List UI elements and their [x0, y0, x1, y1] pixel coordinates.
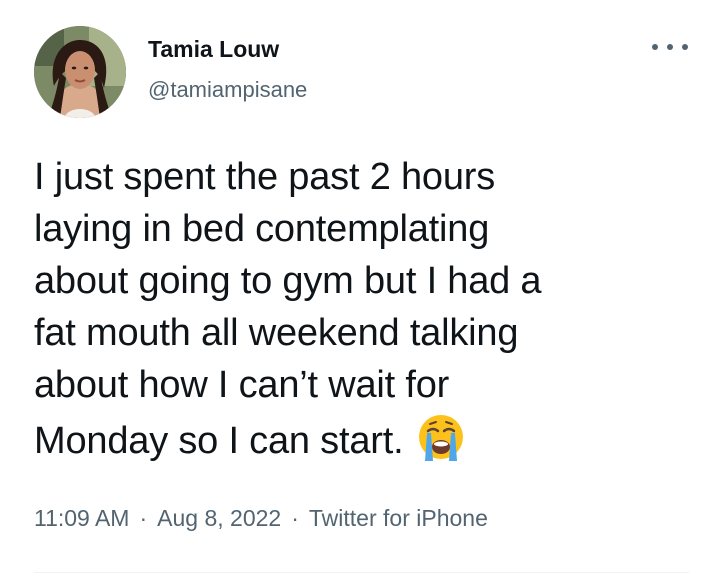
tweet-meta: 11:09 AM · Aug 8, 2022 · Twitter for iPhone: [34, 505, 488, 532]
avatar-image: [34, 26, 126, 118]
meta-separator: ·: [139, 505, 148, 531]
tweet-source[interactable]: Twitter for iPhone: [309, 505, 488, 531]
tweet-text: I just spent the past 2 hours laying in …: [34, 151, 694, 467]
author-name[interactable]: Tamia Louw: [148, 36, 279, 63]
tweet-text-line: about how I can’t wait for: [34, 364, 450, 406]
tweet-text-line: I just spent the past 2 hours: [34, 156, 496, 198]
tweet-text-line: Monday so I can start.: [34, 420, 404, 462]
more-horizontal-icon-dot: [667, 44, 673, 50]
author-handle[interactable]: @tamiampisane: [148, 77, 307, 103]
meta-separator: ·: [291, 505, 299, 531]
tweet-text-line: laying in bed contemplating: [34, 208, 490, 250]
more-horizontal-icon-dot: [682, 44, 688, 50]
tweet-text-line: fat mouth all weekend talking: [34, 312, 519, 354]
loudly-crying-face-icon: [419, 415, 464, 461]
tweet-timestamp[interactable]: 11:09 AM: [34, 505, 129, 531]
tweet-date[interactable]: Aug 8, 2022: [157, 505, 281, 531]
more-horizontal-icon: [652, 44, 658, 50]
tweet-card: Tamia Louw @tamiampisane I just spent th…: [0, 0, 720, 585]
tweet-text-line: about going to gym but I had a: [34, 260, 542, 302]
more-options-button[interactable]: [652, 36, 688, 58]
divider: [34, 572, 689, 573]
tweet-text-last-line: Monday so I can start.: [34, 411, 694, 467]
avatar[interactable]: [34, 26, 126, 118]
